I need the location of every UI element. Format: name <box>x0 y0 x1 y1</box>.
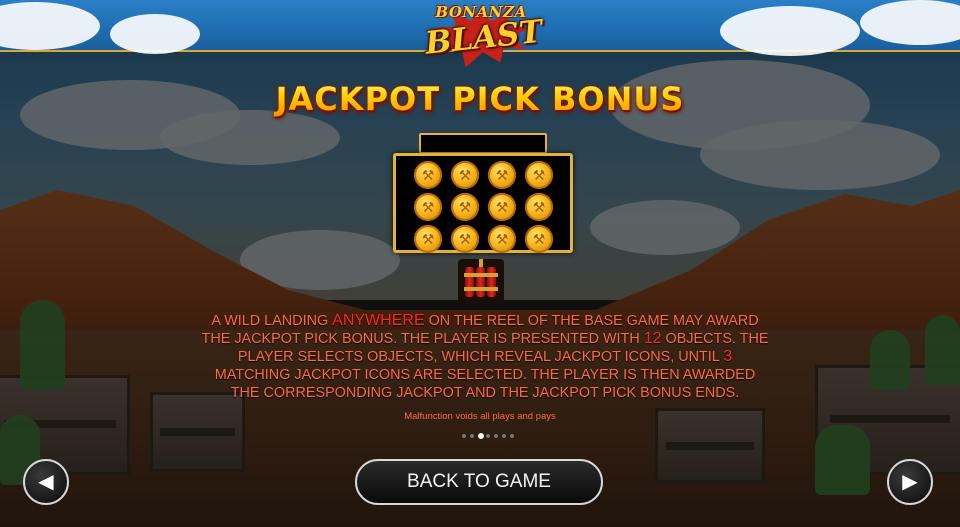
arrow-left-icon: ◀ <box>38 471 54 493</box>
page-dot <box>510 434 514 438</box>
pickaxe-coin-icon: ⚒ <box>451 225 479 253</box>
game-logo: BONANZA BLAST <box>423 2 545 74</box>
pickaxe-coin-icon: ⚒ <box>525 193 553 221</box>
page-dot <box>462 434 466 438</box>
pick-board: ⚒ ⚒ ⚒ ⚒ ⚒ ⚒ ⚒ ⚒ ⚒ ⚒ ⚒ ⚒ <box>393 153 573 253</box>
logo-main-text: BLAST <box>423 13 545 62</box>
dynamite-stick <box>465 267 474 297</box>
next-page-button[interactable]: ▶ <box>887 459 933 505</box>
pickaxe-coin-icon: ⚒ <box>488 161 516 189</box>
header-cloud <box>0 2 100 50</box>
jackpot-display <box>419 133 547 154</box>
header-cloud <box>860 0 960 45</box>
pickaxe-coin-icon: ⚒ <box>451 193 479 221</box>
back-to-game-button[interactable]: BACK TO GAME <box>355 459 603 505</box>
arrow-right-icon: ▶ <box>902 471 918 493</box>
pickaxe-coin-icon: ⚒ <box>414 193 442 221</box>
prev-page-button[interactable]: ◀ <box>23 459 69 505</box>
dynamite-band <box>464 273 498 277</box>
header-cloud <box>720 6 860 56</box>
pickaxe-coin-icon: ⚒ <box>488 225 516 253</box>
pickaxe-coin-icon: ⚒ <box>451 161 479 189</box>
pickaxe-coin-icon: ⚒ <box>414 161 442 189</box>
description-highlight: 3 <box>723 348 733 365</box>
pickaxe-coin-icon: ⚒ <box>414 225 442 253</box>
dynamite-stick <box>487 267 496 297</box>
page-dot <box>470 434 474 438</box>
rules-description: A wild landing ANYWHERE on the reel of t… <box>200 312 770 402</box>
pickaxe-coin-icon: ⚒ <box>525 225 553 253</box>
page-dot <box>478 433 484 439</box>
pick-object-grid: ⚒ ⚒ ⚒ ⚒ ⚒ ⚒ ⚒ ⚒ ⚒ ⚒ ⚒ ⚒ <box>414 161 558 253</box>
page-dot <box>494 434 498 438</box>
dynamite-band <box>464 287 498 291</box>
page-indicator <box>462 433 522 440</box>
description-text: matching jackpot icons are selected. The… <box>214 367 756 401</box>
header-cloud <box>110 14 200 54</box>
page-dot <box>486 434 490 438</box>
description-highlight: ANYWHERE <box>332 312 425 329</box>
description-text: A wild landing <box>211 313 333 329</box>
page-title: JACKPOT PICK BONUS <box>0 80 960 118</box>
dynamite-stick <box>476 267 485 297</box>
pickaxe-coin-icon: ⚒ <box>488 193 516 221</box>
disclaimer: Malfunction voids all plays and pays <box>404 411 556 422</box>
description-highlight: 12 <box>643 330 662 347</box>
dynamite-icon <box>458 259 504 304</box>
pickaxe-coin-icon: ⚒ <box>525 161 553 189</box>
page-dot <box>502 434 506 438</box>
